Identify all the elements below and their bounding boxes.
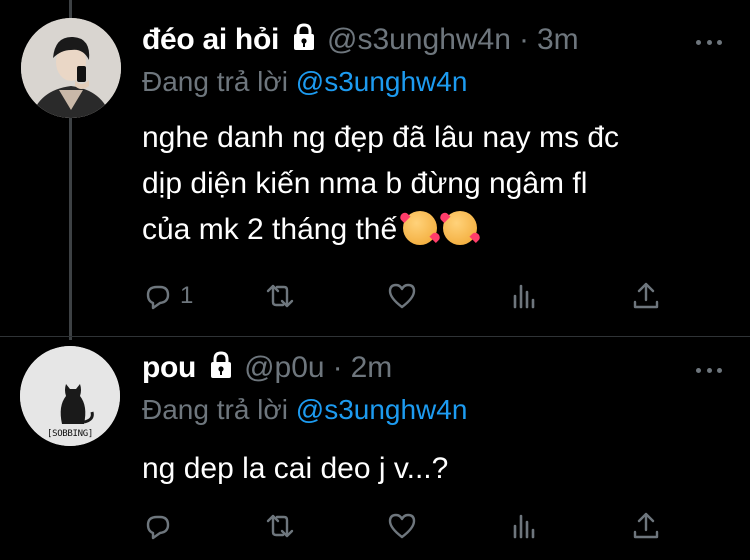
heart-icon	[388, 513, 416, 539]
tweet-header: đéo ai hỏi @s3unghw4n · 3m	[142, 22, 579, 57]
analytics-icon	[513, 514, 535, 539]
more-options-icon[interactable]	[696, 366, 722, 374]
tweet-text-line: nghe danh ng đẹp đã lâu nay ms đc	[142, 121, 620, 154]
heart-icon	[388, 283, 416, 309]
smiling-face-with-hearts-icon	[403, 211, 438, 245]
replying-to: Đang trả lời @s3unghw4n	[142, 66, 467, 98]
display-name[interactable]: pou	[142, 351, 196, 385]
retweet-icon	[266, 514, 294, 538]
share-button[interactable]	[630, 280, 662, 312]
tweet-actions	[142, 510, 682, 542]
analytics-button[interactable]	[508, 510, 540, 542]
replying-to-label: Đang trả lời	[142, 66, 288, 97]
like-button[interactable]	[386, 510, 418, 542]
tweet-actions: 1	[142, 280, 682, 312]
analytics-icon	[513, 284, 535, 309]
separator-dot: ·	[518, 22, 529, 56]
tweet-text: nghe danh ng đẹp đã lâu nay ms đc dịp di…	[142, 115, 619, 253]
more-options-icon[interactable]	[696, 38, 722, 46]
reply-icon	[146, 515, 170, 540]
avatar-photo	[21, 18, 121, 118]
reply-button[interactable]: 1	[142, 280, 193, 312]
tweet[interactable]: đéo ai hỏi @s3unghw4n · 3m Đang trả lời …	[0, 0, 750, 338]
replying-to-mention[interactable]: @s3unghw4n	[296, 394, 468, 425]
analytics-button[interactable]	[508, 280, 540, 312]
like-button[interactable]	[386, 280, 418, 312]
tweet-divider	[0, 336, 750, 337]
retweet-button[interactable]	[264, 510, 296, 542]
replying-to-mention[interactable]: @s3unghw4n	[296, 66, 468, 97]
avatar[interactable]	[21, 18, 121, 118]
timestamp[interactable]: 2m	[351, 351, 393, 385]
lock-icon	[289, 22, 319, 57]
avatar-caption: [SOBBING]	[46, 429, 94, 439]
share-button[interactable]	[630, 510, 662, 542]
avatar[interactable]: [SOBBING]	[20, 346, 120, 446]
reply-icon	[146, 285, 170, 310]
user-handle[interactable]: @p0u	[244, 351, 325, 385]
lock-icon	[206, 350, 236, 385]
tweet-text-line: dịp diện kiến nma b đừng ngâm fl	[142, 167, 588, 200]
tweet-text: ng dep la cai deo j v...?	[142, 446, 448, 492]
display-name[interactable]: đéo ai hỏi	[142, 23, 279, 57]
tweet-text-line: ng dep la cai deo j v...?	[142, 452, 449, 485]
separator-dot: ·	[332, 350, 343, 384]
replying-to-label: Đang trả lời	[142, 394, 288, 425]
timestamp[interactable]: 3m	[537, 23, 579, 57]
tweet-text-line: của mk 2 tháng thế	[142, 207, 619, 253]
replying-to: Đang trả lời @s3unghw4n	[142, 394, 467, 426]
share-icon	[633, 282, 659, 309]
reply-button[interactable]	[142, 510, 174, 542]
retweet-icon	[266, 284, 294, 308]
user-handle[interactable]: @s3unghw4n	[327, 23, 511, 57]
retweet-button[interactable]	[264, 280, 296, 312]
smiling-face-with-hearts-icon	[443, 211, 478, 245]
reply-count: 1	[180, 282, 194, 309]
tweet-header: pou @p0u · 2m	[142, 350, 392, 385]
share-icon	[633, 512, 659, 539]
